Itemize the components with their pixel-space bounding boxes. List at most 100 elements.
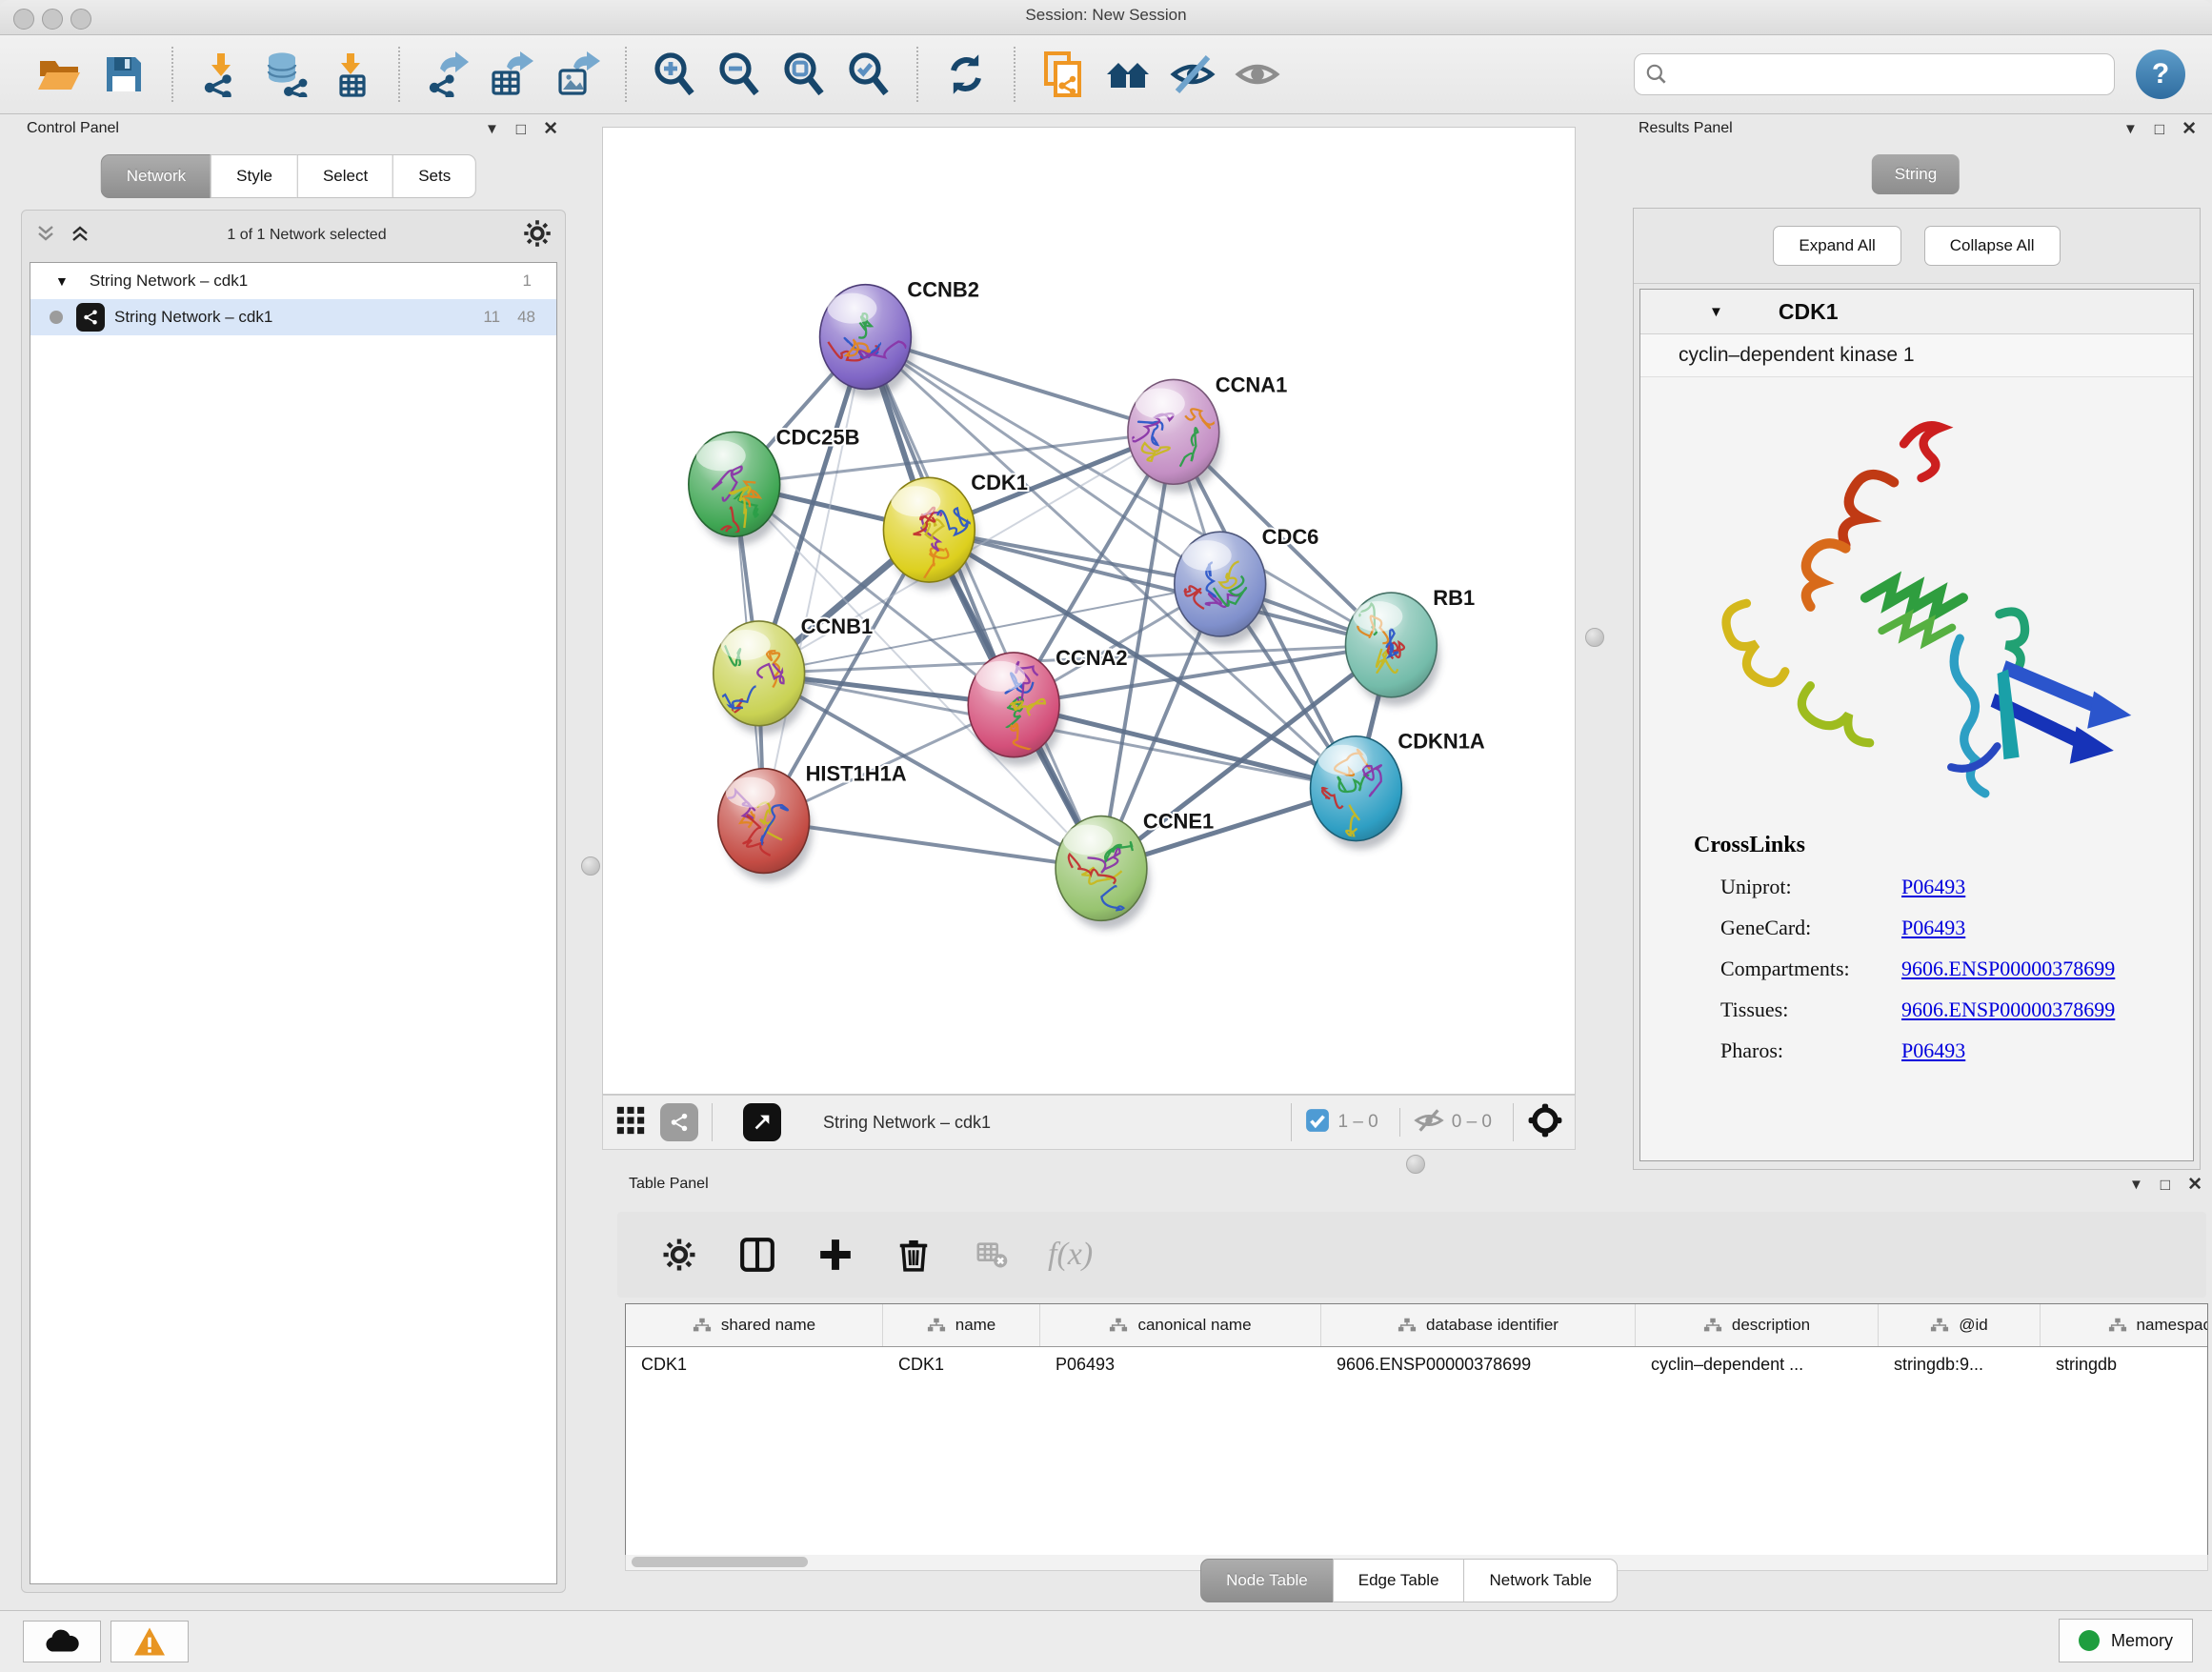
hide-selected-icon[interactable]	[1167, 49, 1218, 100]
tab-sets[interactable]: Sets	[392, 154, 476, 198]
search-input[interactable]	[1677, 64, 2104, 86]
table-cell[interactable]: stringdb	[2041, 1347, 2208, 1385]
tab-string[interactable]: String	[1872, 154, 1960, 194]
selected-checkbox-icon[interactable]	[1305, 1108, 1330, 1138]
column-header-canonical-name[interactable]: canonical name	[1040, 1304, 1321, 1346]
table-options-gear-icon[interactable]	[654, 1229, 705, 1280]
network-node-CDK1[interactable]: CDK1	[883, 471, 1028, 582]
panel-float-icon[interactable]: □	[516, 120, 526, 139]
network-edge[interactable]	[1014, 705, 1356, 789]
network-node-CCNE1[interactable]: CCNE1	[1056, 810, 1214, 921]
panel-menu-icon[interactable]: ▼	[485, 121, 499, 137]
column-header-name[interactable]: name	[883, 1304, 1040, 1346]
crosslink-link[interactable]: 9606.ENSP00000378699	[1901, 997, 2115, 1022]
column-header-namespace[interactable]: namespace	[2041, 1304, 2208, 1346]
table-cell[interactable]: CDK1	[883, 1347, 1040, 1385]
zoom-fit-icon[interactable]	[778, 49, 830, 100]
crosslink-link[interactable]: 9606.ENSP00000378699	[1901, 957, 2115, 981]
hidden-count: 0 – 0	[1452, 1112, 1492, 1133]
node-label: CDK1	[971, 471, 1028, 494]
export-table-icon[interactable]	[487, 49, 538, 100]
tab-network-table[interactable]: Network Table	[1464, 1559, 1618, 1602]
network-collection-row[interactable]: ▼ String Network – cdk1 1	[30, 263, 556, 299]
zoom-selected-icon[interactable]	[843, 49, 895, 100]
collapse-all-networks-icon[interactable]	[35, 223, 56, 249]
network-edge[interactable]	[764, 337, 866, 821]
network-edge[interactable]	[764, 821, 1101, 869]
cloud-status-button[interactable]	[23, 1621, 101, 1662]
left-splitter-handle[interactable]	[581, 856, 600, 876]
clone-network-icon[interactable]	[1037, 49, 1089, 100]
warning-status-button[interactable]	[111, 1621, 189, 1662]
panel-float-icon[interactable]: □	[2155, 120, 2164, 139]
network-edges	[734, 337, 1392, 869]
show-all-icon[interactable]	[1232, 49, 1283, 100]
table-cell[interactable]: P06493	[1040, 1347, 1321, 1385]
crosslink-link[interactable]: P06493	[1901, 875, 1965, 899]
panel-menu-icon[interactable]: ▼	[2123, 121, 2138, 137]
collapse-all-button[interactable]: Collapse All	[1924, 226, 2061, 266]
import-network-from-database-icon[interactable]	[260, 49, 312, 100]
table-cell[interactable]: 9606.ENSP00000378699	[1321, 1347, 1636, 1385]
expand-all-networks-icon[interactable]	[70, 223, 90, 249]
first-neighbors-icon[interactable]	[1102, 49, 1154, 100]
column-header-description[interactable]: description	[1636, 1304, 1879, 1346]
network-name: String Network – cdk1	[114, 308, 272, 327]
collection-expand-icon[interactable]: ▼	[55, 273, 69, 289]
tab-network[interactable]: Network	[101, 154, 211, 198]
node-label: CCNE1	[1143, 810, 1214, 834]
birds-eye-view-icon[interactable]	[1527, 1102, 1563, 1143]
import-network-icon[interactable]	[195, 49, 247, 100]
panel-float-icon[interactable]: □	[2161, 1176, 2170, 1195]
table-cell[interactable]: cyclin–dependent ...	[1636, 1347, 1879, 1385]
show-columns-icon[interactable]	[732, 1229, 783, 1280]
network-node-HIST1H1A[interactable]: HIST1H1A	[718, 762, 907, 874]
crosslink-label: Tissues:	[1720, 997, 1901, 1022]
grid-view-icon[interactable]	[614, 1104, 647, 1141]
panel-menu-icon[interactable]: ▼	[2129, 1177, 2143, 1193]
export-image-icon[interactable]	[552, 49, 603, 100]
help-button[interactable]: ?	[2136, 50, 2185, 99]
network-options-gear-icon[interactable]	[523, 219, 552, 252]
network-node-CCNA1[interactable]: CCNA1	[1128, 373, 1287, 484]
tab-node-table[interactable]: Node Table	[1200, 1559, 1334, 1602]
table-cell[interactable]: CDK1	[626, 1347, 883, 1385]
crosslink-link[interactable]: P06493	[1901, 916, 1965, 940]
gene-expand-icon[interactable]: ▼	[1709, 304, 1723, 320]
import-table-icon[interactable]	[325, 49, 376, 100]
column-header-database-identifier[interactable]: database identifier	[1321, 1304, 1636, 1346]
gene-card-header[interactable]: ▼ CDK1	[1640, 290, 2193, 334]
crosslink-link[interactable]: P06493	[1901, 1038, 1965, 1063]
panel-close-icon[interactable]: ✕	[2187, 1174, 2202, 1196]
create-column-icon[interactable]	[810, 1229, 861, 1280]
network-node-CCNB2[interactable]: CCNB2	[820, 278, 979, 390]
network-graph[interactable]: CCNB2CCNA1CDC25BCDK1CDC6RB1CCNB1CCNA2CDK…	[603, 128, 1575, 1094]
scrollbar-thumb[interactable]	[632, 1557, 808, 1567]
tab-style[interactable]: Style	[211, 154, 298, 198]
table-row[interactable]: CDK1CDK1P064939606.ENSP00000378699cyclin…	[626, 1347, 2207, 1385]
column-header-shared-name[interactable]: shared name	[626, 1304, 883, 1346]
memory-button[interactable]: Memory	[2059, 1619, 2193, 1662]
export-network-icon[interactable]	[422, 49, 473, 100]
right-splitter-handle[interactable]	[1585, 628, 1604, 647]
tab-select[interactable]: Select	[297, 154, 393, 198]
panel-close-icon[interactable]: ✕	[2182, 118, 2197, 140]
network-row[interactable]: String Network – cdk1 11 48	[30, 299, 556, 335]
table-cell[interactable]: stringdb:9...	[1879, 1347, 2041, 1385]
network-share-icon[interactable]	[660, 1103, 698, 1141]
zoom-out-icon[interactable]	[714, 49, 765, 100]
delete-column-icon[interactable]	[888, 1229, 939, 1280]
open-session-icon[interactable]	[33, 49, 85, 100]
save-session-icon[interactable]	[98, 49, 150, 100]
network-edge[interactable]	[865, 337, 1101, 869]
tab-edge-table[interactable]: Edge Table	[1333, 1559, 1465, 1602]
expand-all-button[interactable]: Expand All	[1773, 226, 1900, 266]
network-node-RB1[interactable]: RB1	[1345, 586, 1475, 697]
zoom-in-icon[interactable]	[649, 49, 700, 100]
refresh-icon[interactable]	[940, 49, 992, 100]
network-view-canvas[interactable]: CCNB2CCNA1CDC25BCDK1CDC6RB1CCNB1CCNA2CDK…	[602, 127, 1576, 1095]
column-header-@id[interactable]: @id	[1879, 1304, 2041, 1346]
node-table: shared namenamecanonical namedatabase id…	[625, 1303, 2208, 1557]
panel-close-icon[interactable]: ✕	[543, 118, 558, 140]
open-in-new-window-icon[interactable]	[743, 1103, 781, 1141]
